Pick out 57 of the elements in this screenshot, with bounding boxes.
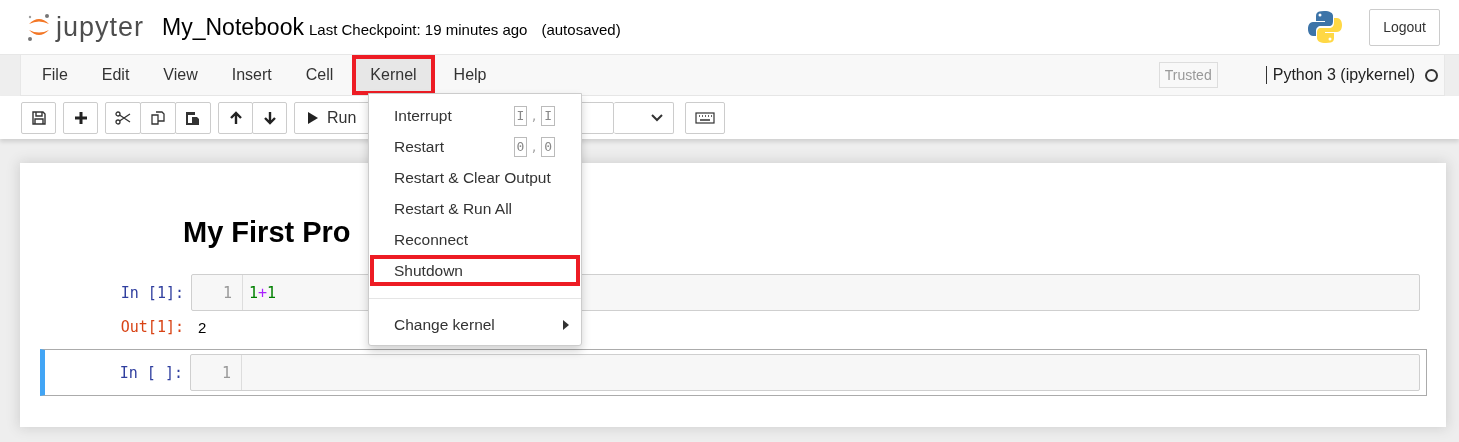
keyboard-shortcuts-button[interactable] [685, 101, 725, 134]
input-prompt: In [ ]: [118, 363, 184, 382]
menu-option[interactable]: Interrupt I , I [369, 100, 581, 131]
menu-option[interactable]: Restart & Clear Output [369, 162, 581, 193]
arrow-down-icon [262, 110, 277, 125]
submenu-arrow-icon [563, 319, 569, 330]
move-up-button[interactable] [218, 101, 253, 134]
kernel-name[interactable]: Python 3 (ipykernel) [1265, 66, 1415, 84]
paste-button[interactable] [175, 101, 211, 134]
line-number: 1 [192, 275, 243, 310]
chevron-down-icon [650, 112, 664, 123]
shortcut-key: I [541, 105, 555, 126]
menu-option[interactable]: Reconnect [369, 224, 581, 255]
notebook-name[interactable]: My_Notebook [162, 13, 304, 41]
logout-button[interactable]: Logout [1369, 8, 1440, 46]
jupyter-logo-icon [26, 12, 52, 42]
menu-option[interactable]: Change kernel [369, 309, 581, 340]
plus-icon [73, 110, 88, 125]
cut-button[interactable] [105, 101, 141, 134]
move-down-button[interactable] [252, 101, 287, 134]
menu-item[interactable]: Edit [86, 55, 145, 95]
menu-item[interactable]: Help [438, 55, 502, 95]
paste-icon [185, 109, 201, 126]
menu-option[interactable]: Restart & Run All [369, 193, 581, 224]
line-number: 1 [191, 355, 242, 390]
kernel-idle-icon [1425, 68, 1438, 82]
notebook-heading: My First Pro [183, 215, 351, 250]
add-cell-button[interactable] [63, 101, 98, 134]
shortcut-key: I [513, 105, 528, 126]
key-separator: , [530, 139, 539, 154]
copy-icon [150, 109, 166, 126]
menu-option[interactable]: Restart 0 , 0 [369, 131, 581, 162]
logo-text[interactable]: jupyter [56, 11, 145, 43]
key-separator: , [530, 108, 539, 123]
menu-item[interactable]: Kernel [352, 55, 435, 95]
menu-item[interactable]: Cell [290, 55, 349, 95]
python-logo-icon [1307, 9, 1344, 45]
cell-type-dropdown[interactable] [614, 101, 674, 134]
menu-item[interactable]: View [148, 55, 213, 95]
scissors-icon [115, 110, 131, 125]
menu-item[interactable]: Insert [216, 55, 287, 95]
copy-button[interactable] [140, 101, 176, 134]
shortcut-key: 0 [513, 136, 528, 157]
checkpoint-status: Last Checkpoint: 19 minutes ago [308, 20, 528, 38]
code-text: 1+1 [249, 283, 277, 302]
selected-cell[interactable]: In [ ]: 1 [40, 349, 1427, 396]
cell-output: 2 [197, 318, 207, 336]
output-prompt: Out[1]: [119, 318, 185, 336]
arrow-up-icon [228, 110, 243, 125]
menu-item[interactable]: File [27, 55, 83, 95]
shortcut-key: 0 [541, 136, 555, 157]
save-icon [31, 110, 46, 125]
save-button[interactable] [21, 101, 56, 134]
play-icon [307, 110, 319, 125]
autosave-status: (autosaved) [541, 20, 621, 38]
input-prompt: In [1]: [119, 283, 185, 302]
keyboard-icon [695, 111, 715, 124]
